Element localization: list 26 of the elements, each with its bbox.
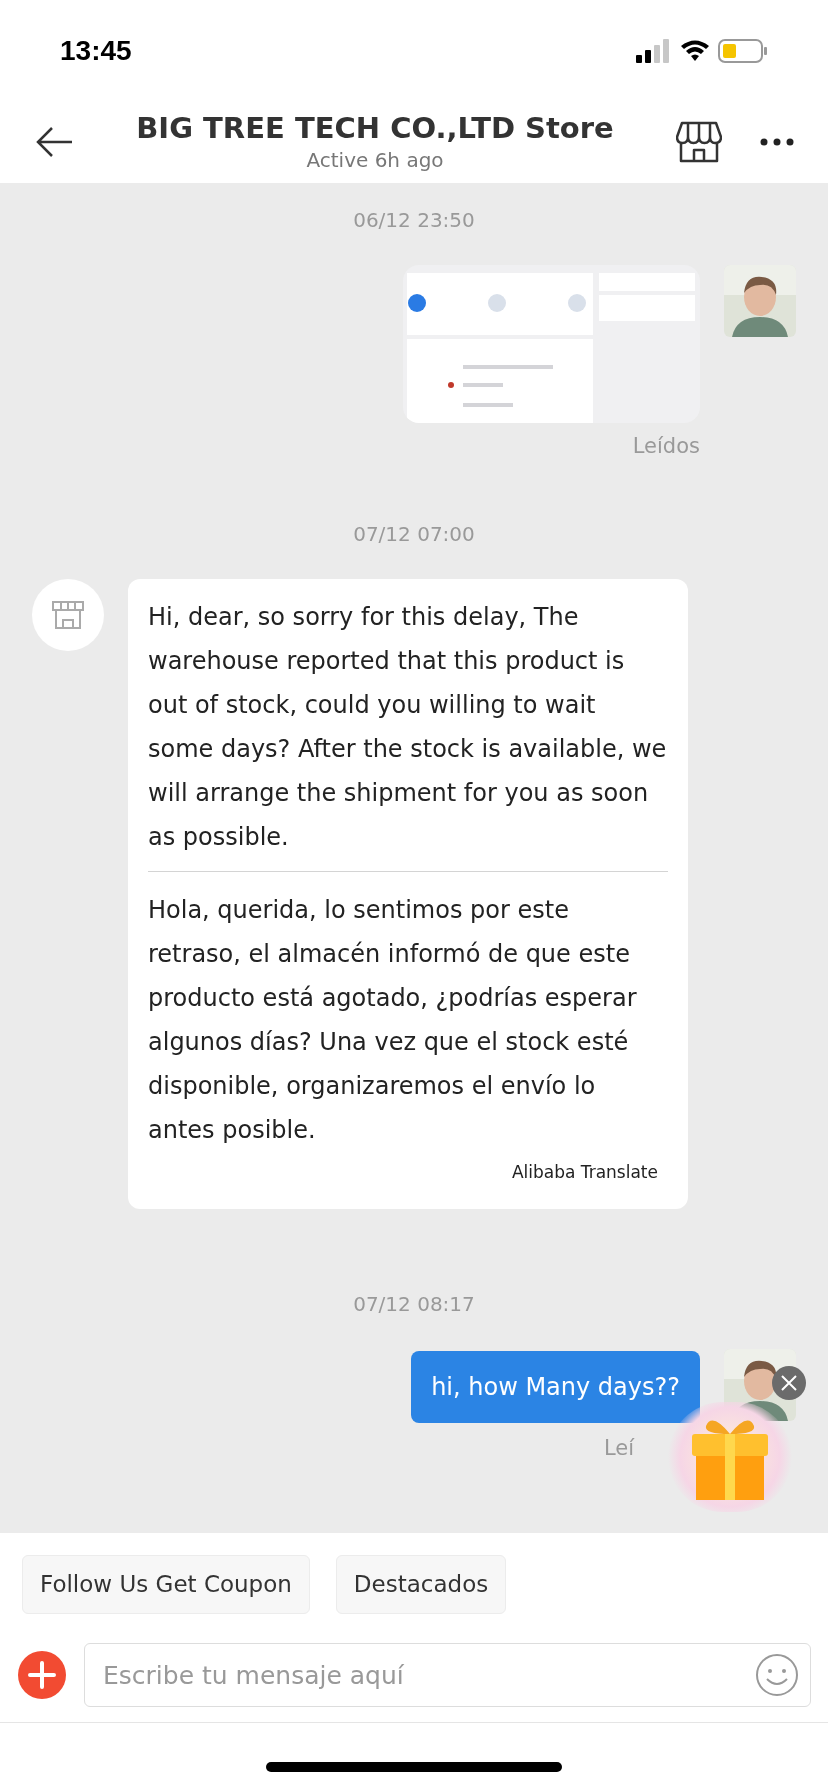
translator-label: Alibaba Translate: [511, 1160, 658, 1184]
add-icon[interactable]: [18, 1651, 66, 1699]
message-input[interactable]: Escribe tu mensaje aquí: [84, 1643, 811, 1707]
store-icon[interactable]: [676, 120, 722, 163]
store-title: BIG TREE TECH CO.,LTD Store: [136, 109, 614, 146]
battery-icon: [718, 38, 768, 64]
wifi-icon: [680, 39, 710, 63]
message-text: Hi, dear, so sorry for this delay, The warehouse reported that this product is out of stock, could you willing to wait some days? After the stock is available, we will arrange the shipment for you as soon as possible.: [148, 601, 668, 853]
message-timestamp: 07/12 08:17: [353, 1291, 475, 1318]
emoji-icon[interactable]: [755, 1653, 799, 1697]
message-timestamp: 07/12 07:00: [353, 520, 475, 548]
read-status: Leí: [603, 1435, 634, 1462]
user-avatar: [724, 265, 796, 337]
active-status: Active 6h ago: [306, 146, 444, 174]
message-bubble: hi, how Many days??: [411, 1351, 700, 1423]
status-time: 13:45: [60, 34, 132, 68]
back-icon[interactable]: [34, 124, 74, 159]
signal-icon: [636, 39, 672, 63]
quick-reply-chip[interactable]: Destacados: [335, 1555, 507, 1614]
store-avatar-icon: [51, 599, 85, 630]
quick-reply-chip[interactable]: Follow Us Get Coupon: [22, 1555, 310, 1614]
close-icon[interactable]: [772, 1366, 806, 1400]
message-timestamp: 06/12 23:50: [353, 207, 475, 234]
translated-text: Hola, querida, lo sentimos por este retraso, el almacén informó de que este producto está agotado, ¿podrías esperar algunos días? Una vez que el stock esté disponible, organizaremos el envío lo antes posible.: [148, 894, 638, 1146]
more-icon[interactable]: [760, 137, 794, 146]
read-status: Leídos: [632, 433, 700, 460]
